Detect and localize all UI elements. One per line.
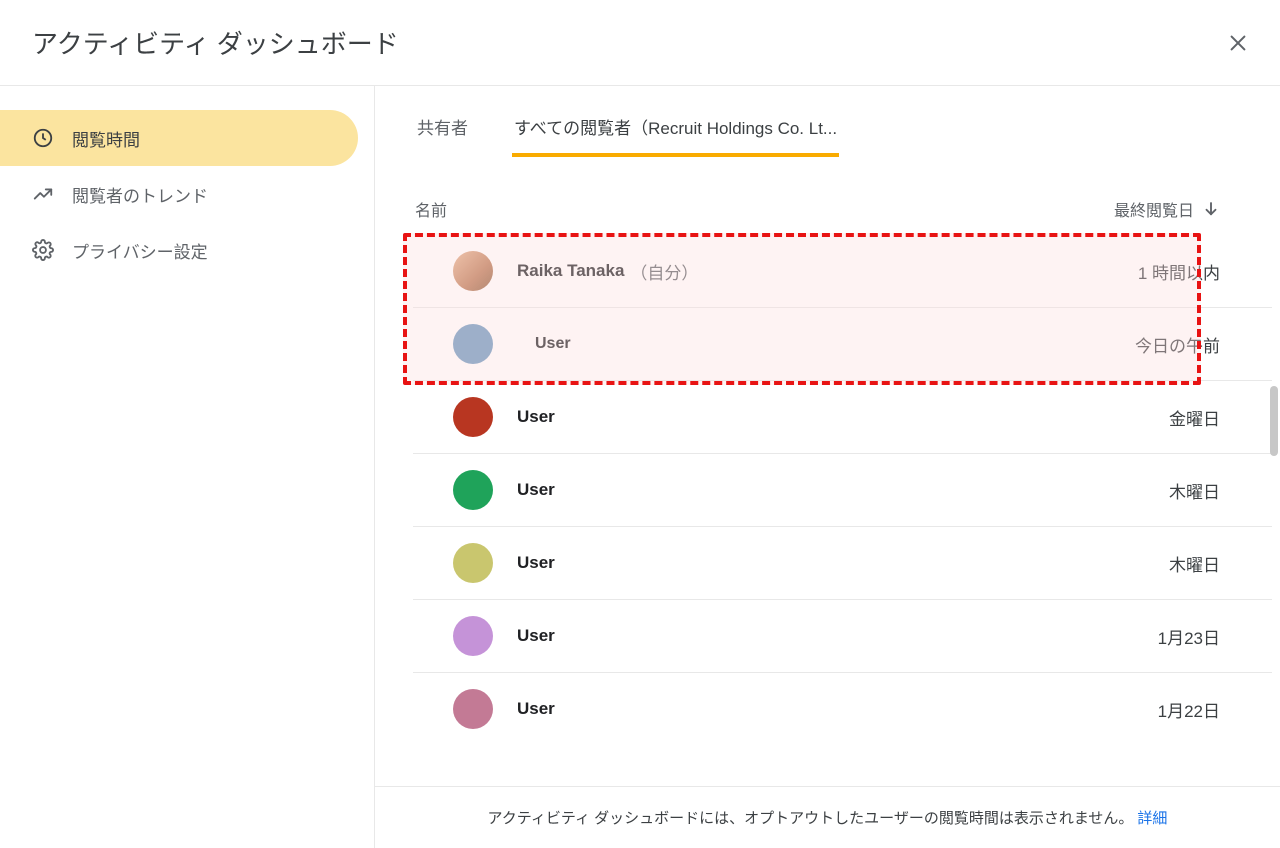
close-icon <box>1227 32 1249 54</box>
sidebar-item-view-time[interactable]: 閲覧時間 <box>0 110 358 166</box>
table-row[interactable]: User金曜日 <box>413 380 1272 453</box>
arrow-down-icon <box>1202 200 1220 218</box>
trend-icon <box>32 183 54 205</box>
avatar <box>453 543 493 583</box>
tab-shared-with[interactable]: 共有者 <box>415 104 470 157</box>
viewers-table: 名前 最終閲覧日 Raika Tanaka（自分）1 時間以内 User 今日の午前… <box>375 157 1280 786</box>
table-row[interactable]: User木曜日 <box>413 526 1272 599</box>
viewer-name: User <box>517 480 1169 500</box>
table-row[interactable]: User 今日の午前 <box>413 307 1272 380</box>
table-row[interactable]: User木曜日 <box>413 453 1272 526</box>
column-header-last-viewed[interactable]: 最終閲覧日 <box>1114 197 1220 221</box>
column-header-name: 名前 <box>415 197 447 221</box>
viewer-name: Raika Tanaka（自分） <box>517 259 1138 284</box>
avatar <box>453 397 493 437</box>
user-name-pill: User <box>517 327 661 361</box>
last-viewed-time: 金曜日 <box>1169 405 1220 430</box>
close-button[interactable] <box>1224 29 1252 57</box>
sidebar-item-privacy[interactable]: プライバシー設定 <box>0 222 358 278</box>
avatar <box>453 470 493 510</box>
avatar <box>453 616 493 656</box>
sidebar: 閲覧時間 閲覧者のトレンド プライバシー設定 <box>0 86 375 848</box>
table-header: 名前 最終閲覧日 <box>375 157 1272 235</box>
table-row[interactable]: User1月22日 <box>413 672 1272 745</box>
dialog-title: アクティビティ ダッシュボード <box>32 24 399 61</box>
avatar <box>453 251 493 291</box>
viewer-name: User <box>517 626 1158 646</box>
last-viewed-time: 1 時間以内 <box>1138 259 1220 284</box>
tab-all-viewers[interactable]: すべての閲覧者（Recruit Holdings Co. Lt... <box>512 104 839 157</box>
last-viewed-time: 木曜日 <box>1169 551 1220 576</box>
viewer-name: User <box>517 699 1158 719</box>
table-row[interactable]: Raika Tanaka（自分）1 時間以内 <box>413 235 1272 307</box>
gear-icon <box>32 239 54 261</box>
sidebar-item-label: 閲覧者のトレンド <box>72 182 208 207</box>
tabs: 共有者 すべての閲覧者（Recruit Holdings Co. Lt... <box>375 86 1280 157</box>
footer: アクティビティ ダッシュボードには、オプトアウトしたユーザーの閲覧時間は表示され… <box>375 786 1280 848</box>
sidebar-item-label: 閲覧時間 <box>72 126 140 151</box>
sidebar-item-viewer-trend[interactable]: 閲覧者のトレンド <box>0 166 358 222</box>
footer-text: アクティビティ ダッシュボードには、オプトアウトしたユーザーの閲覧時間は表示され… <box>488 807 1134 828</box>
viewer-name: User <box>517 553 1169 573</box>
content-pane: 共有者 すべての閲覧者（Recruit Holdings Co. Lt... 名… <box>375 86 1280 848</box>
clock-icon <box>32 127 54 149</box>
viewer-name: User <box>517 327 1135 361</box>
scrollbar[interactable] <box>1270 386 1278 456</box>
footer-learn-more-link[interactable]: 詳細 <box>1137 807 1167 828</box>
sidebar-item-label: プライバシー設定 <box>72 238 208 263</box>
avatar <box>453 324 493 364</box>
viewer-name: User <box>517 407 1169 427</box>
last-viewed-time: 今日の午前 <box>1135 332 1220 357</box>
last-viewed-time: 1月22日 <box>1158 697 1220 722</box>
table-row[interactable]: User1月23日 <box>413 599 1272 672</box>
last-viewed-time: 1月23日 <box>1158 624 1220 649</box>
dialog-header: アクティビティ ダッシュボード <box>0 0 1280 86</box>
last-viewed-time: 木曜日 <box>1169 478 1220 503</box>
avatar <box>453 689 493 729</box>
